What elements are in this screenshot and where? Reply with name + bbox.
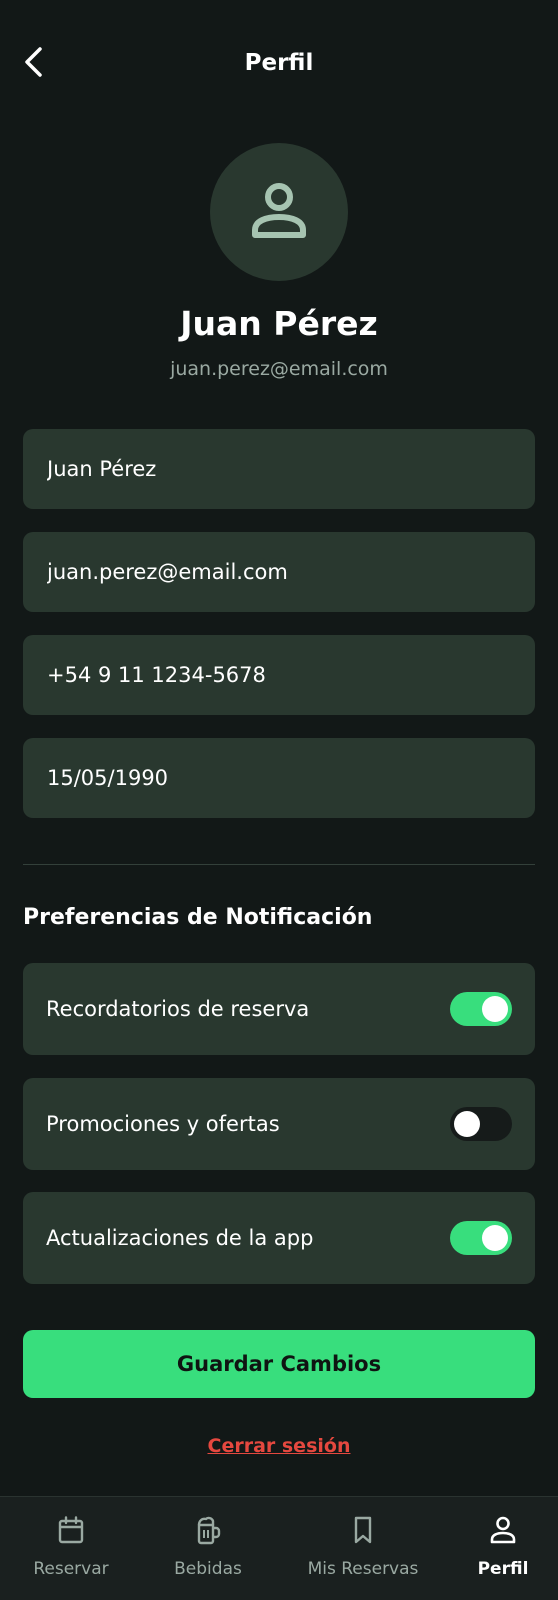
promotions-toggle[interactable]: [450, 1107, 512, 1141]
pref-label: Actualizaciones de la app: [46, 1226, 314, 1250]
avatar[interactable]: [210, 143, 348, 281]
toggle-knob: [454, 1111, 480, 1137]
divider: [23, 864, 535, 865]
calendar-icon: [58, 1516, 84, 1544]
pref-label: Recordatorios de reserva: [46, 997, 310, 1021]
name-input[interactable]: [47, 457, 535, 481]
nav-item-perfil[interactable]: Perfil: [438, 1515, 558, 1595]
person-icon: [490, 1516, 516, 1544]
toggle-knob: [482, 1225, 508, 1251]
phone-field[interactable]: [23, 635, 535, 715]
header: Perfil: [0, 36, 558, 94]
nav-item-mis-reservas[interactable]: Mis Reservas: [298, 1515, 428, 1595]
nav-label: Perfil: [477, 1559, 529, 1579]
phone-input[interactable]: [47, 663, 535, 687]
nav-label: Mis Reservas: [307, 1559, 419, 1579]
bookmark-icon: [354, 1516, 372, 1544]
person-icon: [252, 183, 306, 238]
pref-label: Promociones y ofertas: [46, 1112, 280, 1136]
save-button[interactable]: Guardar Cambios: [23, 1330, 535, 1398]
name-field[interactable]: [23, 429, 535, 509]
page-title: Perfil: [244, 50, 314, 76]
email-input[interactable]: [47, 560, 535, 584]
toggle-knob: [482, 996, 508, 1022]
profile-screen: Perfil Juan Pérez juan.perez@email.com P…: [0, 0, 558, 1600]
notifications-title: Preferencias de Notificación: [23, 905, 373, 930]
beer-mug-icon: [197, 1516, 221, 1545]
nav-label: Reservar: [33, 1559, 109, 1579]
nav-item-reservar[interactable]: Reservar: [6, 1515, 136, 1595]
app-updates-toggle[interactable]: [450, 1221, 512, 1255]
pref-promotions: Promociones y ofertas: [23, 1078, 535, 1170]
profile-email: juan.perez@email.com: [170, 358, 388, 380]
birthdate-field[interactable]: [23, 738, 535, 818]
email-field[interactable]: [23, 532, 535, 612]
profile-name: Juan Pérez: [180, 304, 378, 343]
logout-link[interactable]: Cerrar sesión: [0, 1435, 558, 1457]
birthdate-input[interactable]: [47, 766, 535, 790]
nav-item-bebidas[interactable]: Bebidas: [143, 1515, 273, 1595]
pref-app-updates: Actualizaciones de la app: [23, 1192, 535, 1284]
bottom-nav: Reservar Bebidas Mis Reservas Perfil: [0, 1496, 558, 1600]
nav-label: Bebidas: [174, 1559, 242, 1579]
booking-reminders-toggle[interactable]: [450, 992, 512, 1026]
pref-booking-reminders: Recordatorios de reserva: [23, 963, 535, 1055]
